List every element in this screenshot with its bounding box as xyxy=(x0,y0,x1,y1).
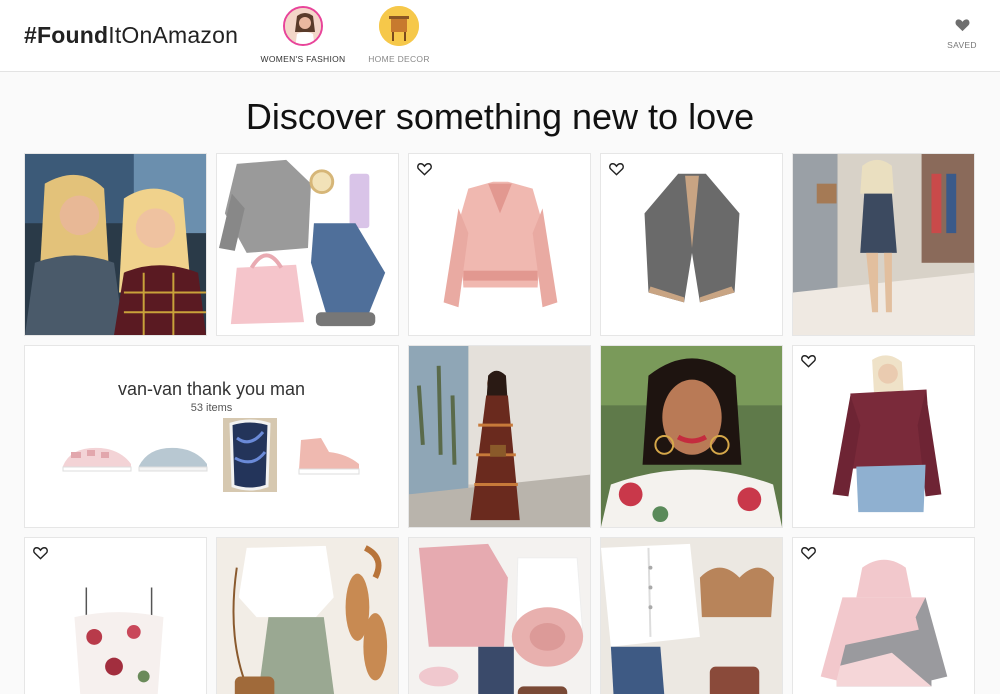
tile-bralette-outfit-flatlay[interactable] xyxy=(600,537,783,694)
tile-burgundy-knit-sweater[interactable] xyxy=(792,345,975,528)
friends-photo-image xyxy=(25,154,206,335)
home-decor-thumbnail xyxy=(379,6,419,46)
heart-outline-icon[interactable] xyxy=(801,546,816,560)
heart-filled-icon xyxy=(955,19,969,32)
tile-mirror-selfie-romper[interactable] xyxy=(792,153,975,336)
tile-pink-outfit-flatlay[interactable] xyxy=(408,537,591,694)
tile-maxi-dress-photo[interactable] xyxy=(408,345,591,528)
home-decor-label: HOME DECOR xyxy=(368,54,430,64)
heart-outline-icon[interactable] xyxy=(33,546,48,560)
silver-sneaker-image xyxy=(138,447,208,472)
page-title: Discover something new to love xyxy=(245,96,755,137)
tile-gray-poncho-wrap[interactable] xyxy=(600,153,783,336)
tile-sweater-outfit-flatlay[interactable] xyxy=(216,153,399,336)
sweater-outfit-image xyxy=(217,154,398,335)
floral-selfie-image xyxy=(601,346,782,527)
heart-outline-icon[interactable] xyxy=(801,354,816,368)
collection-count: 53 items xyxy=(190,402,233,414)
heart-outline-icon[interactable] xyxy=(417,162,432,176)
tile-pink-suede-jacket[interactable] xyxy=(408,153,591,336)
category-womens-fashion[interactable]: WOMEN'S FASHION xyxy=(253,6,353,64)
tile-floral-top-selfie[interactable] xyxy=(600,345,783,528)
tile-friends-photo[interactable] xyxy=(24,153,207,336)
mirror-selfie-image xyxy=(793,154,974,335)
womens-fashion-thumbnail xyxy=(283,6,323,46)
tile-colorblock-hoodie[interactable] xyxy=(792,537,975,694)
top-header: #FoundItOnAmazon WOMEN'S FASHION HOME DE… xyxy=(0,0,1000,72)
pink-hightop-image xyxy=(298,438,360,475)
heart-outline-icon[interactable] xyxy=(609,162,624,176)
burgundy-sweater-image xyxy=(793,346,974,527)
checkered-sneaker-image xyxy=(62,447,132,472)
pink-outfit-image xyxy=(409,538,590,694)
category-home-decor[interactable]: HOME DECOR xyxy=(349,6,449,64)
site-logo[interactable]: #FoundItOnAmazon xyxy=(24,22,238,49)
tile-summer-outfit-flatlay[interactable] xyxy=(216,537,399,694)
bralette-outfit-image xyxy=(601,538,782,694)
floral-cami-image xyxy=(25,538,206,694)
collection-card[interactable]: van-van thank you man 53 items xyxy=(24,345,399,528)
pink-jacket-image xyxy=(409,154,590,335)
maxi-dress-image xyxy=(409,346,590,527)
poncho-image xyxy=(601,154,782,335)
hoodie-image xyxy=(793,538,974,694)
collection-title: van-van thank you man xyxy=(117,379,306,399)
summer-outfit-image xyxy=(217,538,398,694)
tile-floral-cami-top[interactable] xyxy=(24,537,207,694)
womens-fashion-label: WOMEN'S FASHION xyxy=(260,54,346,64)
saved-button[interactable]: SAVED xyxy=(936,18,988,50)
saved-label: SAVED xyxy=(947,40,977,50)
galaxy-sneaker-image xyxy=(223,418,277,492)
